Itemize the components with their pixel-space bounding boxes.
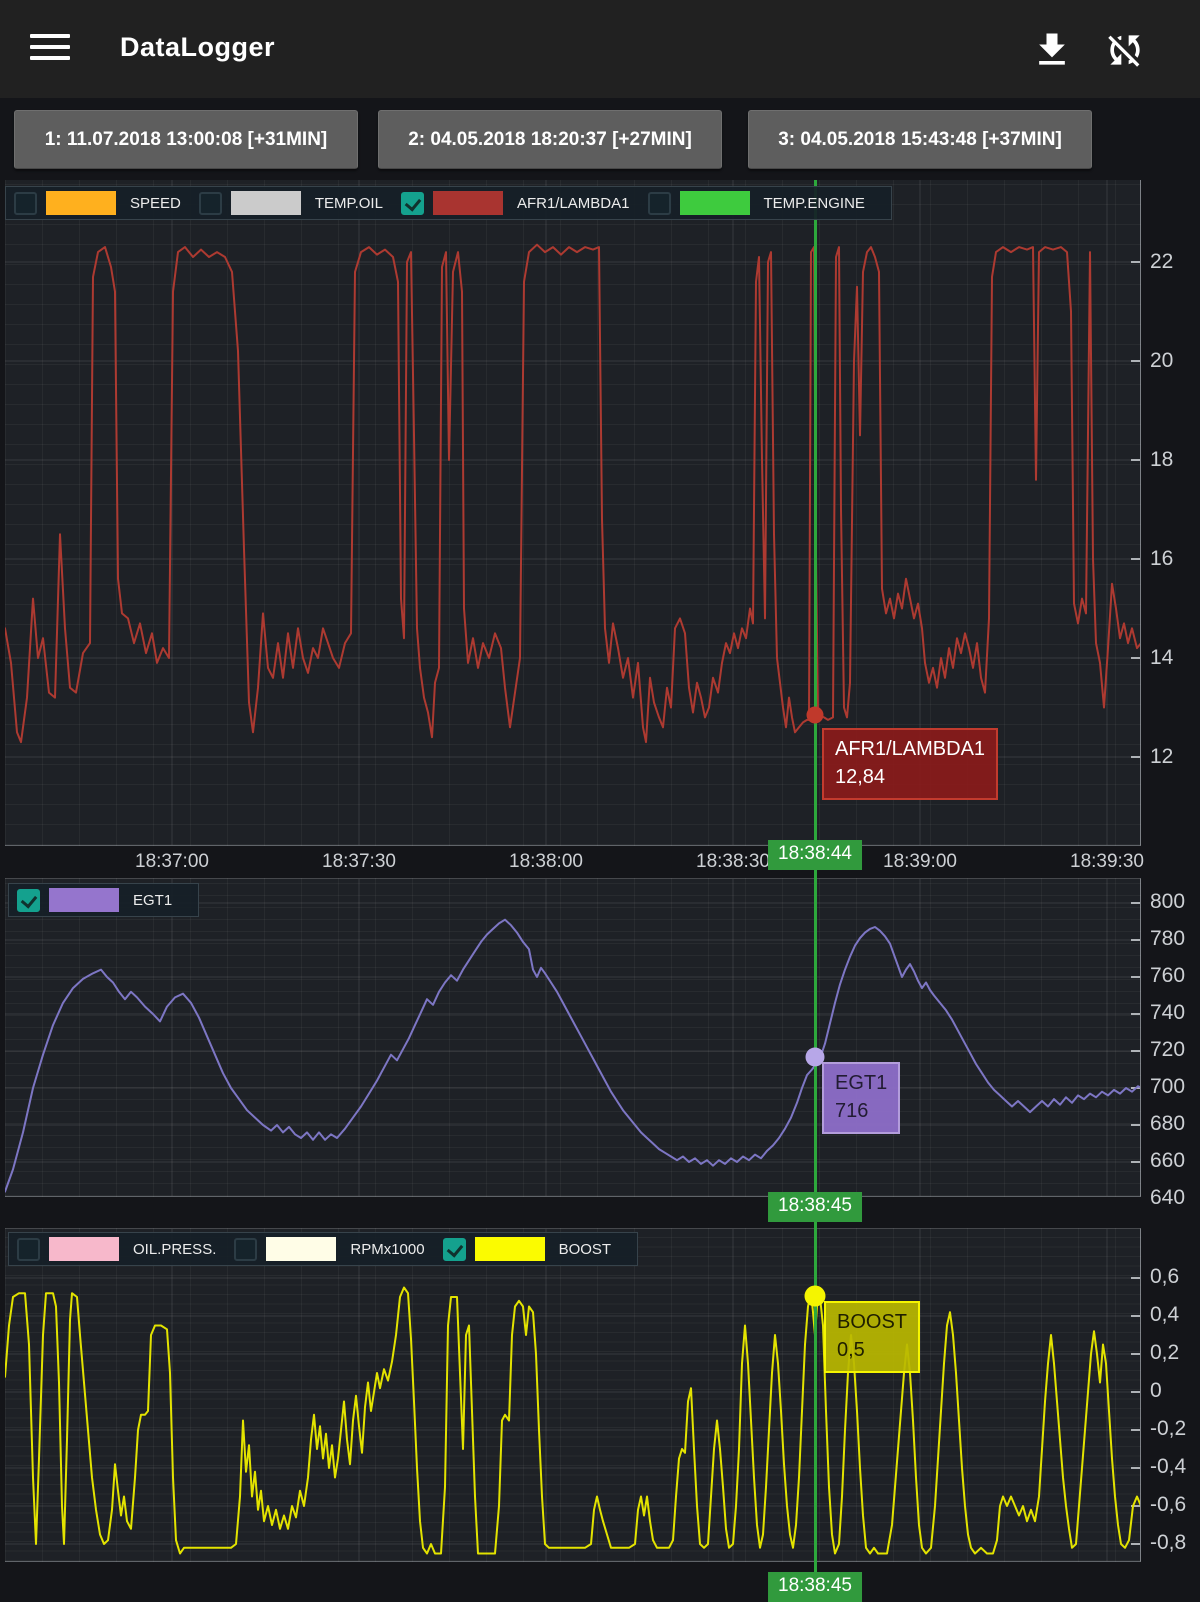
legend-label-temp-engine: TEMP.ENGINE — [763, 194, 865, 212]
tooltip-afr-value: 12,84 — [835, 766, 886, 788]
app-bar: DataLogger — [0, 0, 1200, 98]
session-button-2[interactable]: 2: 04.05.2018 18:20:37 [+27MIN] — [378, 110, 722, 169]
y-tick-label: 700 — [1150, 1075, 1186, 1098]
tooltip-egt-value: 716 — [835, 1100, 869, 1122]
y-tick-label: -0,6 — [1150, 1493, 1187, 1516]
y-tick-label: 16 — [1150, 547, 1174, 570]
cursor-marker-dot-afr — [806, 706, 824, 724]
y-tick-label: 680 — [1150, 1112, 1186, 1135]
y-tick-label: 14 — [1150, 646, 1174, 669]
chart-egt-plot[interactable] — [5, 878, 1141, 1197]
y-tick-label: 720 — [1150, 1038, 1186, 1061]
legend-swatch-rpmx1000 — [266, 1237, 337, 1261]
chart-egt-legend: EGT1 — [8, 883, 200, 917]
y-tick-label: -0,8 — [1150, 1531, 1187, 1554]
legend-label-oil-press-: OIL.PRESS. — [133, 1240, 217, 1258]
y-tick-label: 660 — [1150, 1149, 1186, 1172]
y-tick-label: 12 — [1150, 745, 1174, 768]
y-tick-label: 0 — [1150, 1379, 1162, 1402]
datalogger-screen: DataLogger 1: 11.07.2018 13:00:08 [+31MI… — [0, 0, 1200, 1602]
legend-checkbox-oil-press-[interactable] — [17, 1237, 40, 1261]
app-title: DataLogger — [120, 32, 276, 62]
y-tick-label: 780 — [1150, 927, 1186, 950]
legend-checkbox-egt1[interactable] — [17, 888, 40, 912]
y-tick-label: 740 — [1150, 1001, 1186, 1024]
cursor-marker-dot-boost — [804, 1285, 826, 1307]
session-button-1[interactable]: 1: 11.07.2018 13:00:08 [+31MIN] — [14, 110, 358, 169]
y-tick-label: 800 — [1150, 890, 1186, 913]
x-tick-label: 18:38:30 — [696, 851, 770, 872]
y-tick-label: 0,6 — [1150, 1265, 1180, 1288]
legend-swatch-temp-engine — [679, 191, 750, 215]
y-tick-label: 760 — [1150, 964, 1186, 987]
legend-label-temp-oil: TEMP.OIL — [314, 194, 383, 212]
tooltip-afr-title: AFR1/LAMBDA1 — [835, 738, 986, 760]
cursor-time-badge-boost: 18:38:45 — [768, 1572, 862, 1602]
cursor-time-badge-afr: 18:38:44 — [768, 840, 862, 870]
chart-egt-canvas — [5, 879, 1140, 1196]
legend-swatch-egt1 — [49, 888, 119, 912]
egt-series-line — [5, 918, 1140, 1193]
chart-boost-canvas — [5, 1229, 1140, 1561]
y-tick-label: -0,2 — [1150, 1417, 1187, 1440]
download-icon[interactable] — [1030, 28, 1074, 72]
x-tick-label: 18:37:00 — [135, 851, 209, 872]
cursor-time-badge-egt: 18:38:45 — [768, 1192, 862, 1222]
y-tick-label: 20 — [1150, 349, 1174, 372]
y-tick-label: 22 — [1150, 250, 1174, 273]
tooltip-boost: BOOST 0,5 — [824, 1301, 921, 1373]
legend-label-afr1-lambda1: AFR1/LAMBDA1 — [516, 194, 630, 212]
boost-series-line — [5, 1286, 1140, 1555]
legend-swatch-oil-press- — [49, 1237, 119, 1261]
legend-swatch-afr1-lambda1 — [432, 191, 503, 215]
legend-checkbox-afr1-lambda1[interactable] — [400, 191, 424, 215]
legend-checkbox-temp-engine[interactable] — [647, 191, 671, 215]
tooltip-boost-title: BOOST — [837, 1311, 908, 1333]
afr-series-line — [5, 243, 1140, 744]
legend-label-rpmx1000: RPMx1000 — [350, 1240, 425, 1258]
tooltip-egt: EGT1 716 — [822, 1062, 901, 1134]
tooltip-egt-title: EGT1 — [835, 1072, 888, 1094]
chart-afr-legend: SPEED TEMP.OIL AFR1/LAMBDA1 TEMP.ENGINE — [5, 186, 892, 220]
chart-boost-plot[interactable] — [5, 1228, 1141, 1562]
y-tick-label: 0,2 — [1150, 1341, 1180, 1364]
legend-swatch-boost — [474, 1237, 545, 1261]
y-tick-label: 0,4 — [1150, 1303, 1180, 1326]
chart-boost-legend: OIL.PRESS. RPMx1000 BOOST — [8, 1232, 639, 1266]
legend-checkbox-speed[interactable] — [14, 191, 37, 215]
x-tick-label: 18:38:00 — [509, 851, 583, 872]
legend-checkbox-temp-oil[interactable] — [198, 191, 222, 215]
legend-label-egt1: EGT1 — [133, 891, 173, 909]
x-tick-label: 18:39:00 — [883, 851, 957, 872]
tooltip-boost-value: 0,5 — [837, 1339, 865, 1361]
legend-label-boost: BOOST — [558, 1240, 612, 1258]
cursor-line[interactable] — [814, 180, 817, 1600]
x-tick-label: 18:37:30 — [322, 851, 396, 872]
legend-swatch-speed — [46, 191, 116, 215]
legend-swatch-temp-oil — [230, 191, 301, 215]
tooltip-afr: AFR1/LAMBDA1 12,84 — [822, 728, 999, 800]
legend-checkbox-boost[interactable] — [442, 1237, 466, 1261]
legend-label-speed: SPEED — [130, 194, 181, 212]
y-tick-label: -0,4 — [1150, 1455, 1187, 1478]
x-tick-label: 18:39:30 — [1070, 851, 1144, 872]
y-tick-label: 640 — [1150, 1186, 1186, 1209]
y-tick-label: 18 — [1150, 448, 1174, 471]
hamburger-icon[interactable] — [30, 34, 74, 64]
session-button-3[interactable]: 3: 04.05.2018 15:43:48 [+37MIN] — [748, 110, 1092, 169]
legend-checkbox-rpmx1000[interactable] — [234, 1237, 258, 1261]
sync-disabled-icon[interactable] — [1103, 28, 1147, 72]
